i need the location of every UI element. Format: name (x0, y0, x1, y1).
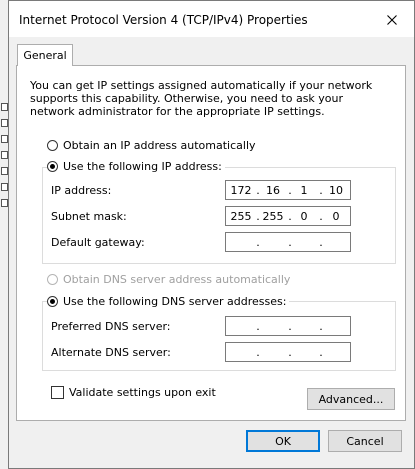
radio-obtain-dns-automatically[interactable]: Obtain DNS server address automatically (47, 273, 290, 286)
preferred-dns-input[interactable]: . . . (225, 316, 351, 336)
ip-address-label: IP address: (51, 184, 112, 197)
radio-use-following-dns[interactable]: Use the following DNS server addresses: (47, 295, 290, 308)
octet-separator: . (256, 236, 260, 249)
radio-indicator (47, 161, 58, 172)
octet-separator: . (256, 184, 260, 197)
octet: 10 (329, 184, 343, 197)
octet-separator: . (256, 346, 260, 359)
background-checkbox (1, 135, 8, 143)
ip-address-input[interactable]: 172 . 16 . 1 . 10 (225, 180, 351, 200)
window-title: Internet Protocol Version 4 (TCP/IPv4) P… (19, 13, 308, 27)
title-bar: Internet Protocol Version 4 (TCP/IPv4) P… (9, 1, 414, 37)
tab-general-label: General (23, 49, 67, 62)
ipv4-properties-dialog: Internet Protocol Version 4 (TCP/IPv4) P… (8, 0, 415, 469)
alternate-dns-label: Alternate DNS server: (51, 346, 171, 359)
background-checkbox (1, 151, 8, 159)
octet-separator: . (319, 210, 323, 223)
validate-settings-checkbox[interactable]: Validate settings upon exit (51, 386, 216, 399)
cancel-button[interactable]: Cancel (328, 430, 402, 452)
ok-button-label: OK (275, 434, 291, 448)
radio-label: Use the following DNS server addresses: (63, 295, 287, 308)
radio-indicator (47, 274, 58, 285)
radio-obtain-ip-automatically[interactable]: Obtain an IP address automatically (47, 139, 256, 152)
cancel-button-label: Cancel (346, 434, 384, 448)
octet: 0 (300, 210, 308, 223)
octet-separator: . (288, 320, 292, 333)
octet-separator: . (256, 320, 260, 333)
advanced-button-label: Advanced... (318, 392, 384, 406)
octet: 255 (230, 210, 252, 223)
tab-general[interactable]: General (17, 44, 73, 66)
subnet-mask-input[interactable]: 255 . 255 . 0 . 0 (225, 206, 351, 226)
octet-separator: . (319, 184, 323, 197)
background-checkbox (1, 103, 8, 111)
radio-indicator (47, 140, 58, 151)
octet-separator: . (288, 236, 292, 249)
advanced-button[interactable]: Advanced... (307, 388, 395, 410)
default-gateway-label: Default gateway: (51, 236, 145, 249)
octet: 1 (300, 184, 308, 197)
octet-separator: . (319, 236, 323, 249)
checkbox-label: Validate settings upon exit (69, 386, 216, 399)
default-gateway-input[interactable]: . . . (225, 232, 351, 252)
octet-separator: . (256, 210, 260, 223)
close-icon (387, 15, 397, 25)
alternate-dns-input[interactable]: . . . (225, 342, 351, 362)
background-checkbox (1, 199, 8, 207)
radio-indicator (47, 296, 58, 307)
background-checkbox (1, 119, 8, 127)
subnet-mask-label: Subnet mask: (51, 210, 127, 223)
octet: 255 (262, 210, 284, 223)
octet: 16 (266, 184, 280, 197)
description-text: You can get IP settings assigned automat… (30, 79, 373, 118)
background-checkbox (1, 167, 8, 175)
radio-label: Obtain DNS server address automatically (63, 273, 291, 286)
octet-separator: . (288, 346, 292, 359)
octet: 0 (332, 210, 340, 223)
radio-use-following-ip[interactable]: Use the following IP address: (47, 160, 225, 173)
background-checkbox (1, 183, 8, 191)
radio-label: Use the following IP address: (63, 160, 222, 173)
checkbox-indicator (51, 386, 64, 399)
octet: 172 (230, 184, 252, 197)
octet-separator: . (319, 346, 323, 359)
preferred-dns-label: Preferred DNS server: (51, 320, 171, 333)
general-panel: You can get IP settings assigned automat… (16, 65, 406, 421)
octet-separator: . (319, 320, 323, 333)
close-button[interactable] (380, 9, 404, 31)
radio-label: Obtain an IP address automatically (63, 139, 256, 152)
ok-button[interactable]: OK (246, 430, 320, 452)
